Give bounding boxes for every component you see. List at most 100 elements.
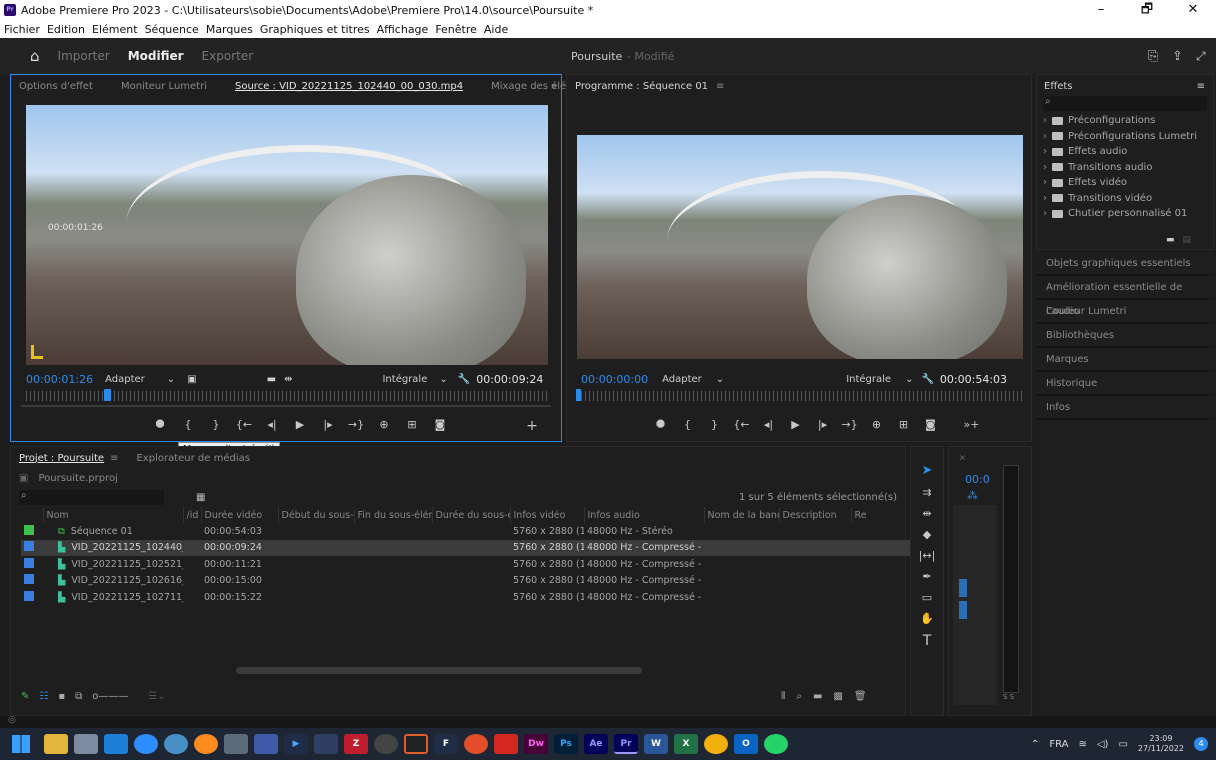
volume-icon[interactable]: ◁) xyxy=(1097,739,1109,750)
effects-item[interactable]: › Préconfigurations Lumetri xyxy=(1043,129,1213,145)
column-header[interactable]: Infos audio xyxy=(584,507,705,523)
table-row[interactable]: ▙ VID_20221125_102616_00 00:00:15:00 5760 x… xyxy=(21,573,921,590)
label-swatch-cell[interactable] xyxy=(21,556,43,573)
tab-modifier[interactable]: Modifier xyxy=(128,49,184,63)
zoom-slider[interactable]: o——— xyxy=(92,691,128,702)
label-swatch-cell[interactable] xyxy=(21,573,43,590)
tab-media-browser[interactable]: Explorateur de médias xyxy=(136,453,249,464)
timeline-timecode[interactable]: 00:0 xyxy=(965,473,990,486)
tab-project[interactable]: Projet : Poursuite xyxy=(19,453,104,464)
wifi-icon[interactable]: ≋ xyxy=(1078,739,1086,750)
program-timecode[interactable]: 00:00:00:00 xyxy=(581,373,648,386)
overwrite-icon[interactable]: ⊞ xyxy=(398,418,426,434)
project-search-input[interactable]: ⌕ xyxy=(19,489,164,505)
program-mark-in-icon[interactable]: { xyxy=(674,418,701,432)
menu-marques[interactable]: Marques xyxy=(206,23,253,36)
tray-clock[interactable]: 23:09 27/11/2022 xyxy=(1138,734,1184,754)
menu-aide[interactable]: Aide xyxy=(484,23,508,36)
source-fit-select[interactable]: Adapter xyxy=(105,374,145,385)
quick-export-icon[interactable]: ⎘ xyxy=(1148,49,1158,64)
type-tool-icon[interactable]: T xyxy=(923,633,932,649)
insert-icon[interactable]: ⊕ xyxy=(370,418,398,434)
side-panel-tab[interactable]: Couleur Lumetri xyxy=(1036,300,1214,324)
program-wrench-icon[interactable]: 🔧 xyxy=(921,374,933,385)
side-panel-tab[interactable]: Infos xyxy=(1036,396,1214,420)
table-row[interactable]: ▙ VID_20221125_102711_00 00:00:15:22 5760 x… xyxy=(21,589,921,606)
column-header[interactable]: Description xyxy=(779,507,852,523)
acrobat-icon[interactable] xyxy=(494,734,518,754)
firefox-icon[interactable] xyxy=(194,734,218,754)
minimize-button[interactable]: – xyxy=(1078,0,1124,20)
side-panel-tab[interactable]: Historique xyxy=(1036,372,1214,396)
close-button[interactable]: ✕ xyxy=(1170,0,1216,20)
project-hscroll[interactable] xyxy=(236,667,642,674)
mark-out-icon[interactable]: } xyxy=(202,418,230,434)
program-mark-out-icon[interactable]: } xyxy=(701,418,728,432)
home-icon[interactable]: ⌂ xyxy=(30,47,40,65)
column-header[interactable]: /id xyxy=(183,507,202,523)
quality-dropdown-icon[interactable]: ⌄ xyxy=(439,374,447,385)
source-quality-select[interactable]: Intégrale xyxy=(382,374,427,385)
after-effects-icon[interactable]: Ae xyxy=(584,734,608,754)
column-header[interactable]: Infos vidéo xyxy=(510,507,585,523)
calculator-icon[interactable] xyxy=(224,734,248,754)
app-icon-9[interactable]: ▶ xyxy=(284,734,308,754)
app-icon-15[interactable] xyxy=(464,734,488,754)
step-forward-icon[interactable]: |▸ xyxy=(314,418,342,434)
obs-icon[interactable] xyxy=(374,734,398,754)
meter-solo-labels[interactable]: S S xyxy=(1003,693,1014,701)
more-tabs-icon[interactable]: » xyxy=(551,81,557,92)
chevron-right-icon[interactable]: › xyxy=(1043,131,1047,142)
list-view-icon[interactable]: ☷ xyxy=(39,691,48,702)
program-quality-dropdown-icon[interactable]: ⌄ xyxy=(905,374,913,385)
program-step-back-icon[interactable]: ◂| xyxy=(755,418,782,432)
clip-block-1[interactable] xyxy=(959,579,967,597)
column-header[interactable]: Début du sous-élé xyxy=(278,507,355,523)
menu-element[interactable]: Elément xyxy=(92,23,138,36)
program-add-marker-icon[interactable]: ⯃ xyxy=(647,418,674,432)
name-cell[interactable]: ▙ VID_20221125_102711_00 xyxy=(43,589,183,606)
menu-edition[interactable]: Edition xyxy=(47,23,85,36)
menu-fenetre[interactable]: Fenêtre xyxy=(435,23,477,36)
snap-icon[interactable]: ⁂ xyxy=(967,489,978,502)
menu-graphiques[interactable]: Graphiques et titres xyxy=(260,23,370,36)
side-panel-tab[interactable]: Amélioration essentielle de l'audio xyxy=(1036,276,1214,317)
premiere-icon[interactable]: Pr xyxy=(614,734,638,754)
mark-in-icon[interactable]: { xyxy=(174,418,202,434)
app-icon-2[interactable] xyxy=(74,734,98,754)
effects-search-input[interactable]: ⌕ xyxy=(1043,96,1207,111)
effects-item[interactable]: › Chutier personnalisé 01 xyxy=(1043,206,1213,222)
safe-margins-icon[interactable]: ▬ xyxy=(267,374,276,385)
menu-affichage[interactable]: Affichage xyxy=(377,23,429,36)
sort-icon[interactable]: ☰⌄ xyxy=(148,691,165,702)
excel-icon[interactable]: X xyxy=(674,734,698,754)
photoshop-icon[interactable]: Ps xyxy=(554,734,578,754)
windows-start-icon[interactable] xyxy=(12,735,30,753)
tab-program[interactable]: Programme : Séquence 01 xyxy=(575,81,708,92)
settings-small-icon[interactable]: ▣ xyxy=(187,374,196,385)
rectangle-tool-icon[interactable]: ▭ xyxy=(922,591,932,604)
dreamweaver-icon[interactable]: Dw xyxy=(524,734,548,754)
new-search-bin-icon[interactable]: ▦ xyxy=(196,492,205,503)
program-video[interactable] xyxy=(577,135,1023,359)
menu-fichier[interactable]: Fichier xyxy=(4,23,40,36)
effects-item[interactable]: › Transitions vidéo xyxy=(1043,191,1213,207)
chevron-right-icon[interactable]: › xyxy=(1043,208,1047,219)
outlook-icon[interactable]: O xyxy=(734,734,758,754)
app-icon-3[interactable] xyxy=(104,734,128,754)
fullscreen-icon[interactable]: ⤢ xyxy=(1196,49,1206,64)
program-step-forward-icon[interactable]: |▸ xyxy=(809,418,836,432)
hand-tool-icon[interactable]: ✋ xyxy=(920,612,934,625)
program-fit-dropdown-icon[interactable]: ⌄ xyxy=(716,374,724,385)
name-cell[interactable]: ▙ VID_20221125_102521_00 xyxy=(43,556,183,573)
pen-tool-icon[interactable]: ✒ xyxy=(922,570,931,583)
app-icon-5[interactable] xyxy=(164,734,188,754)
name-cell[interactable]: ▙ VID_20221125_102616_00 xyxy=(43,573,183,590)
freeform-view-icon[interactable]: ⧉ xyxy=(75,691,82,702)
step-back-icon[interactable]: ◂| xyxy=(258,418,286,434)
trash-icon[interactable]: 🗑 xyxy=(854,691,867,702)
chevron-right-icon[interactable]: › xyxy=(1043,177,1047,188)
label-swatch-cell[interactable] xyxy=(21,589,43,606)
filezilla-icon[interactable]: Z xyxy=(344,734,368,754)
explorer-icon[interactable] xyxy=(44,734,68,754)
